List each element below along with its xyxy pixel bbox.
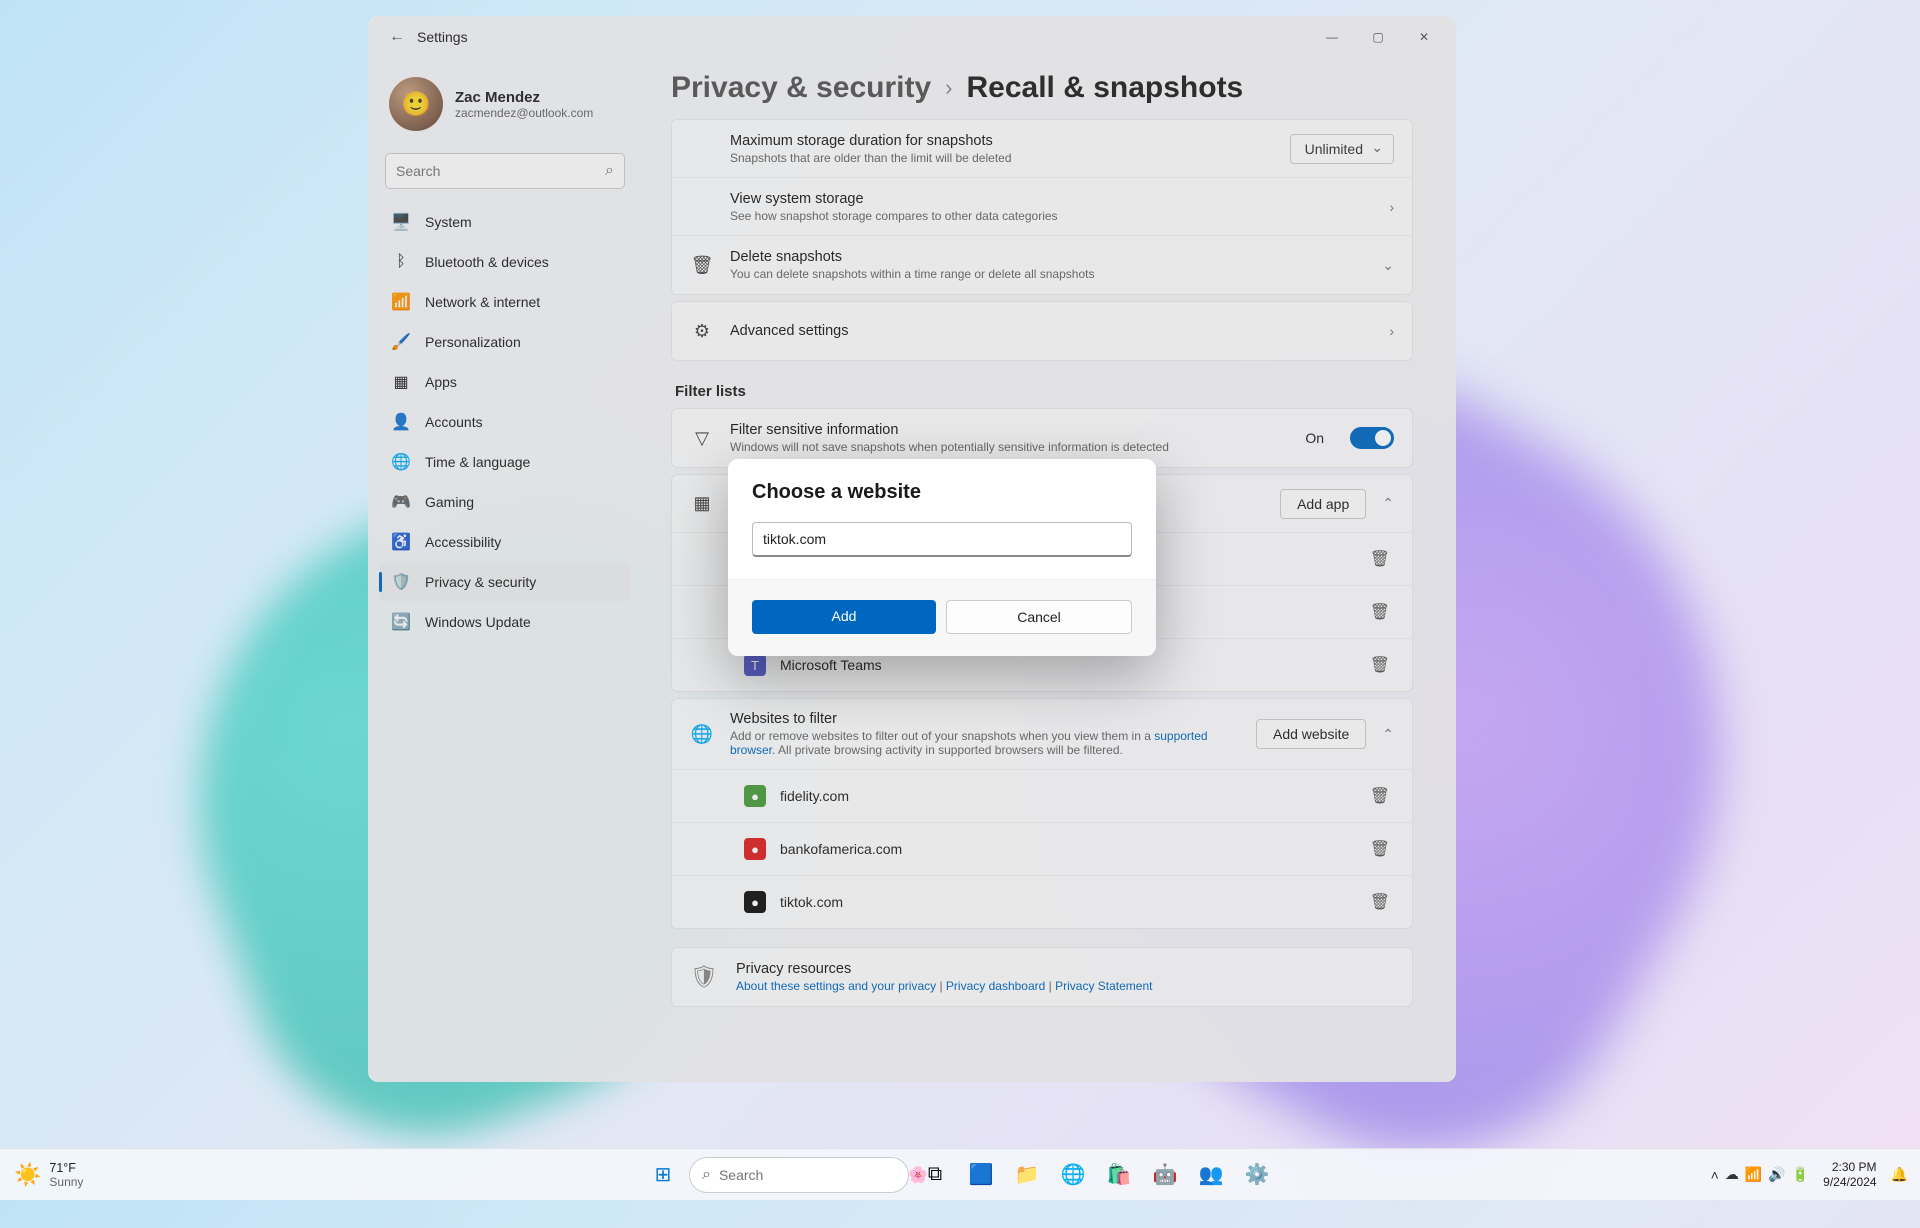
- modal-title: Choose a website: [752, 481, 1132, 504]
- copilot-icon[interactable]: 🟦: [961, 1155, 1001, 1195]
- website-url-input[interactable]: [752, 522, 1132, 557]
- edge-icon[interactable]: 🌐: [1053, 1155, 1093, 1195]
- copilot-app-icon[interactable]: 🤖: [1145, 1155, 1185, 1195]
- modal-cancel-button[interactable]: Cancel: [946, 600, 1132, 634]
- settings-icon[interactable]: ⚙️: [1237, 1155, 1277, 1195]
- start-button[interactable]: ⊞: [643, 1155, 683, 1195]
- task-view-icon[interactable]: ⧉: [915, 1155, 955, 1195]
- teams-icon[interactable]: 👥: [1191, 1155, 1231, 1195]
- wifi-icon[interactable]: 📶: [1745, 1166, 1762, 1183]
- weather-temp: 71°F: [49, 1161, 83, 1175]
- search-icon: ⌕: [702, 1166, 711, 1184]
- taskbar-time: 2:30 PM: [1823, 1160, 1876, 1174]
- taskbar-date: 9/24/2024: [1823, 1175, 1876, 1189]
- notifications-icon[interactable]: 🔔: [1891, 1166, 1908, 1183]
- weather-icon: ☀️: [14, 1162, 41, 1188]
- weather-condition: Sunny: [49, 1175, 83, 1189]
- store-icon[interactable]: 🛍️: [1099, 1155, 1139, 1195]
- choose-website-modal: Choose a website Add Cancel: [728, 459, 1156, 656]
- taskbar-search-input[interactable]: [719, 1167, 900, 1183]
- volume-icon[interactable]: 🔊: [1768, 1166, 1785, 1183]
- explorer-icon[interactable]: 📁: [1007, 1155, 1047, 1195]
- onedrive-icon[interactable]: ☁: [1725, 1166, 1739, 1183]
- taskbar-weather[interactable]: ☀️ 71°F Sunny: [0, 1161, 83, 1189]
- taskbar-clock[interactable]: 2:30 PM 9/24/2024: [1823, 1160, 1876, 1189]
- taskbar: ☀️ 71°F Sunny ⊞ ⌕ 🌸 ⧉ 🟦 📁 🌐 🛍️ 🤖 👥 ⚙️ ˄ …: [0, 1148, 1920, 1200]
- taskbar-search[interactable]: ⌕ 🌸: [689, 1157, 909, 1193]
- tray-chevron-icon[interactable]: ˄: [1711, 1167, 1719, 1183]
- taskbar-right: ˄ ☁ 📶 🔊 🔋 2:30 PM 9/24/2024 🔔: [1711, 1160, 1920, 1189]
- taskbar-center: ⊞ ⌕ 🌸 ⧉ 🟦 📁 🌐 🛍️ 🤖 👥 ⚙️: [643, 1155, 1277, 1195]
- battery-icon[interactable]: 🔋: [1792, 1166, 1809, 1183]
- modal-add-button[interactable]: Add: [752, 600, 936, 634]
